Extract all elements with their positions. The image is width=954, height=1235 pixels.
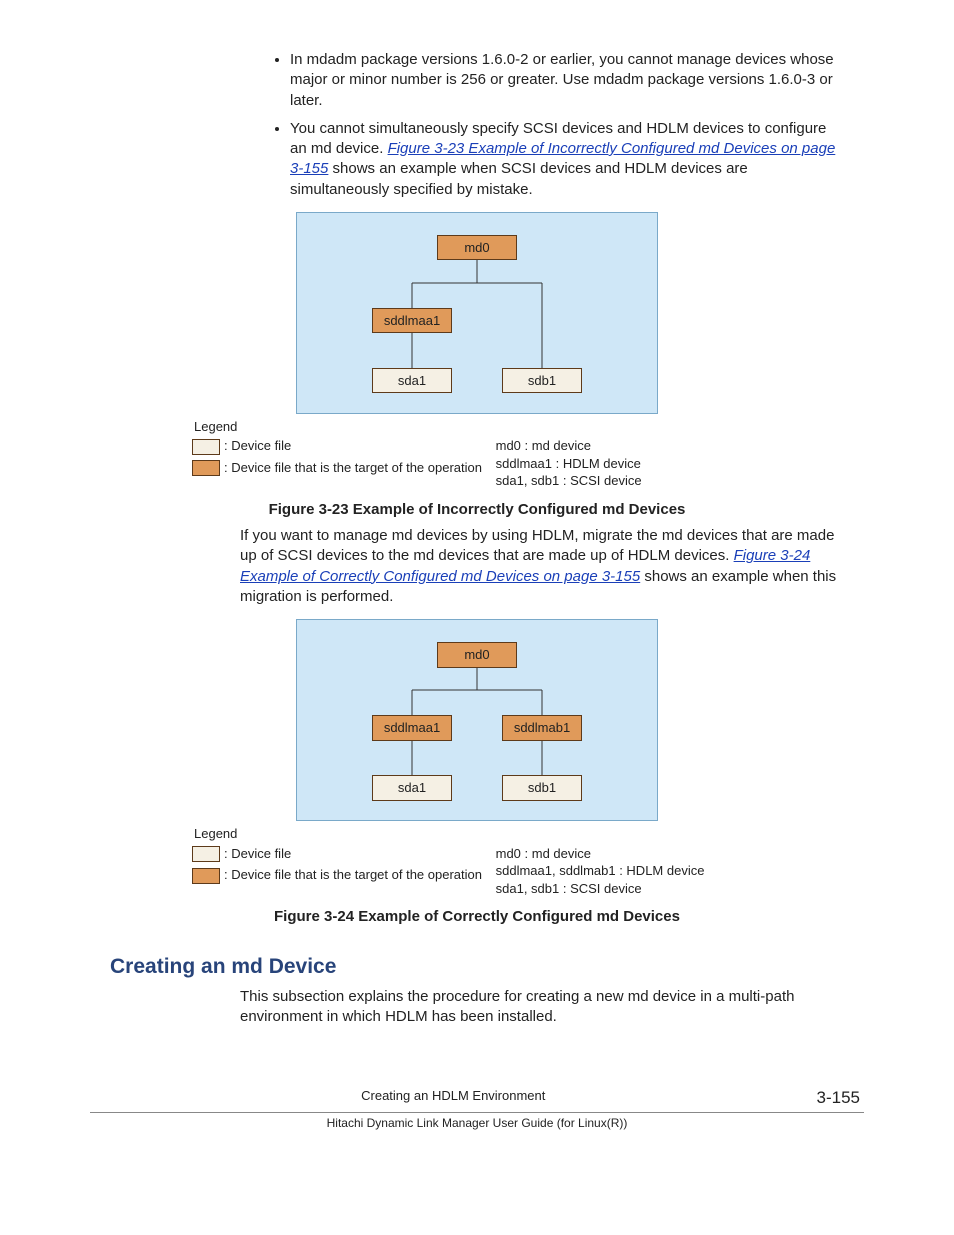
node-sda1: sda1 — [372, 775, 452, 801]
swatch-target-icon — [192, 460, 220, 476]
legend-target: : Device file that is the target of the … — [224, 460, 482, 475]
node-sda1: sda1 — [372, 368, 452, 394]
footer-chapter: Creating an HDLM Environment — [90, 1087, 817, 1110]
legend-plain: : Device file — [224, 846, 291, 861]
legend-r2: sddlmaa1, sddlmab1 : HDLM device — [496, 862, 705, 880]
legend-target: : Device file that is the target of the … — [224, 867, 482, 882]
diagram-3-24: md0 sddlmaa1 sddlmab1 sda1 sdb1 — [296, 619, 658, 821]
diagram-3-23: md0 sddlmaa1 sda1 sdb1 — [296, 212, 658, 414]
node-md0: md0 — [437, 642, 517, 668]
figure-3-24: md0 sddlmaa1 sddlmab1 sda1 sdb1 Legend :… — [90, 619, 864, 897]
caption-3-23: Figure 3-23 Example of Incorrectly Confi… — [90, 500, 864, 520]
node-md0: md0 — [437, 235, 517, 261]
para-migrate: If you want to manage md devices by usin… — [240, 526, 839, 607]
legend-r3: sda1, sdb1 : SCSI device — [496, 472, 642, 490]
bullet-2-post: shows an example when SCSI devices and H… — [290, 160, 748, 197]
node-sddlmab1: sddlmab1 — [502, 715, 582, 741]
page-footer: Creating an HDLM Environment 3-155 Hitac… — [90, 1087, 864, 1131]
footer-book: Hitachi Dynamic Link Manager User Guide … — [90, 1113, 864, 1131]
legend-title: Legend — [194, 825, 762, 843]
bullet-list: In mdadm package versions 1.6.0-2 or ear… — [90, 50, 864, 200]
legend-title: Legend — [194, 418, 762, 436]
node-sddlmaa1: sddlmaa1 — [372, 308, 452, 334]
section-para: This subsection explains the procedure f… — [240, 987, 839, 1028]
swatch-plain-icon — [192, 439, 220, 455]
footer-page-number: 3-155 — [817, 1087, 864, 1110]
node-sddlmaa1: sddlmaa1 — [372, 715, 452, 741]
legend-23: Legend : Device file : Device file that … — [192, 418, 762, 490]
legend-r3: sda1, sdb1 : SCSI device — [496, 880, 705, 898]
legend-24: Legend : Device file : Device file that … — [192, 825, 762, 897]
swatch-target-icon — [192, 868, 220, 884]
legend-r1: md0 : md device — [496, 845, 705, 863]
legend-r1: md0 : md device — [496, 437, 642, 455]
section-heading: Creating an md Device — [110, 953, 864, 981]
bullet-2: You cannot simultaneously specify SCSI d… — [290, 119, 864, 200]
node-sdb1: sdb1 — [502, 775, 582, 801]
figure-3-23: md0 sddlmaa1 sda1 sdb1 Legend : Device f… — [90, 212, 864, 490]
bullet-1: In mdadm package versions 1.6.0-2 or ear… — [290, 50, 864, 111]
caption-3-24: Figure 3-24 Example of Correctly Configu… — [90, 907, 864, 927]
legend-plain: : Device file — [224, 438, 291, 453]
swatch-plain-icon — [192, 846, 220, 862]
legend-r2: sddlmaa1 : HDLM device — [496, 455, 642, 473]
node-sdb1: sdb1 — [502, 368, 582, 394]
